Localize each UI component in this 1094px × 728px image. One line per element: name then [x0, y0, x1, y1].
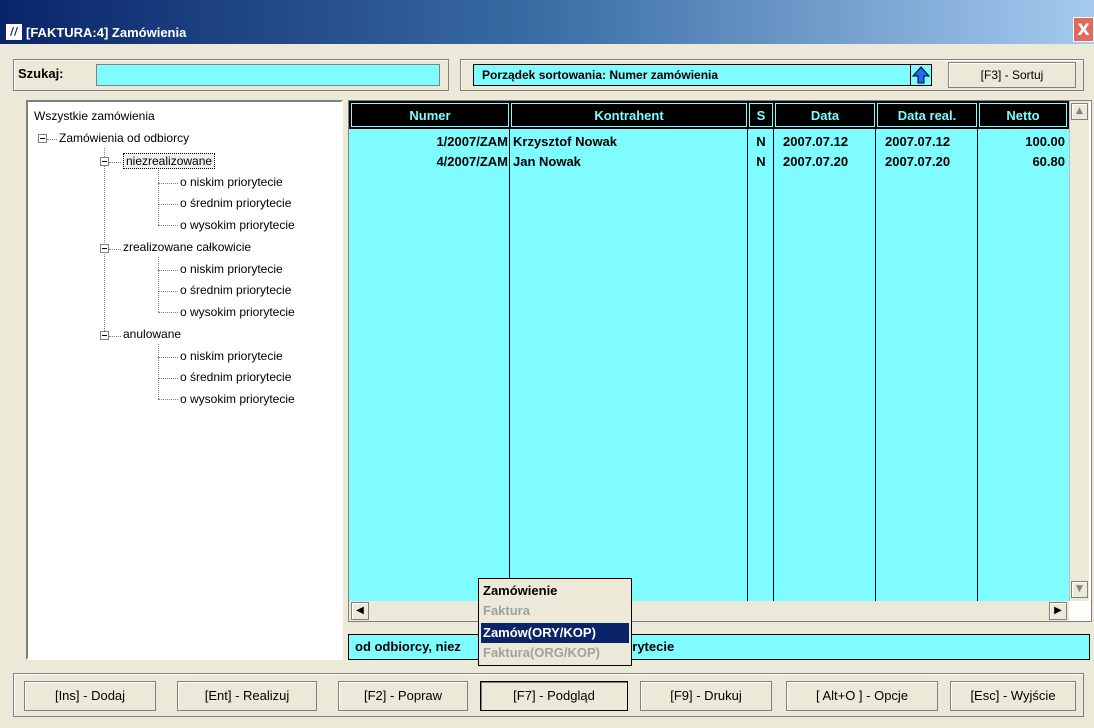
popup-item-faktura: Faktura [483, 603, 530, 618]
scroll-up-icon[interactable]: ▲ [1071, 103, 1088, 120]
tree-connector [158, 170, 159, 225]
filter-status: od odbiorcy, niezim priorytecie [348, 634, 1090, 660]
cell-kontrahent[interactable]: Jan Nowak [513, 153, 743, 171]
tree-category[interactable]: anulowane [123, 327, 181, 341]
tree-connector [158, 378, 178, 379]
column-header-s[interactable]: S [749, 103, 773, 127]
orders-grid: Numer Kontrahent S Data Data real. Netto… [348, 100, 1092, 622]
scroll-left-icon[interactable]: ◀ [351, 602, 369, 620]
tree-connector [109, 336, 121, 337]
popup-item-zamowienie[interactable]: Zamówienie [481, 581, 629, 601]
sort-order-field: Porządek sortowania: Numer zamówienia [473, 64, 913, 86]
tree-root[interactable]: Wszystkie zamówienia [34, 109, 155, 123]
title-bar: // [FAKTURA:4] Zamówienia X [0, 0, 1094, 44]
tree-leaf[interactable]: o wysokim priorytecie [180, 218, 295, 232]
tree-leaf[interactable]: o niskim priorytecie [180, 175, 283, 189]
tree-connector [109, 162, 121, 163]
exit-button[interactable]: [Esc] - Wyjście [950, 681, 1076, 711]
tree-connector [158, 399, 178, 400]
function-key-bar: [Ins] - Dodaj [Ent] - Realizuj [F2] - Po… [13, 673, 1084, 717]
window-title: [FAKTURA:4] Zamówienia [26, 25, 187, 40]
grid-header: Numer Kontrahent S Data Data real. Netto [349, 101, 1069, 129]
tree-connector [158, 225, 178, 226]
tree-category-selected[interactable]: niezrealizowane [123, 153, 216, 169]
close-button[interactable]: X [1073, 17, 1094, 42]
tree-leaf[interactable]: o średnim priorytecie [180, 283, 291, 297]
column-header-data[interactable]: Data [775, 103, 875, 127]
column-header-kontrahent[interactable]: Kontrahent [511, 103, 747, 127]
cell-data-real[interactable]: 2007.07.12 [885, 133, 975, 151]
app-icon[interactable]: // [6, 24, 22, 40]
tree-leaf[interactable]: o niskim priorytecie [180, 349, 283, 363]
column-header-netto[interactable]: Netto [979, 103, 1067, 127]
cell-data-real[interactable]: 2007.07.20 [885, 153, 975, 171]
cell-data[interactable]: 2007.07.12 [783, 133, 873, 151]
search-input[interactable] [96, 64, 440, 86]
tree-connector [47, 139, 57, 140]
column-divider [773, 129, 774, 601]
search-panel: Szukaj: [13, 59, 449, 91]
sort-panel: Porządek sortowania: Numer zamówienia [F… [460, 59, 1084, 91]
popup-item-faktura-org-kop: Faktura(ORG/KOP) [483, 645, 601, 660]
cell-netto[interactable]: 100.00 [979, 133, 1065, 151]
cell-netto[interactable]: 60.80 [979, 153, 1065, 171]
tree-leaf[interactable]: o wysokim priorytecie [180, 392, 295, 406]
print-preview-popup: Zamówienie Faktura Zamów(ORY/KOP) Faktur… [478, 578, 632, 666]
tree-connector [104, 148, 105, 333]
tree-connector [158, 344, 159, 399]
tree-category[interactable]: zrealizowane całkowicie [123, 240, 251, 254]
grid-body[interactable]: Numer Kontrahent S Data Data real. Netto… [349, 101, 1069, 601]
collapse-toggle-icon[interactable] [38, 134, 47, 143]
column-header-data-real[interactable]: Data real. [877, 103, 977, 127]
collapse-toggle-icon[interactable] [100, 157, 109, 166]
collapse-toggle-icon[interactable] [100, 331, 109, 340]
horizontal-scrollbar[interactable]: ◀ ▶ [349, 601, 1069, 621]
tree-connector [158, 312, 178, 313]
tree-connector [158, 257, 159, 312]
column-divider [977, 129, 978, 601]
options-button[interactable]: [ Alt+O ] - Opcje [786, 681, 938, 711]
tree-leaf[interactable]: o niskim priorytecie [180, 262, 283, 276]
cell-data[interactable]: 2007.07.20 [783, 153, 873, 171]
cell-numer[interactable]: 1/2007/ZAM [351, 133, 508, 151]
scroll-down-icon[interactable]: ▼ [1071, 581, 1088, 598]
tree-leaf[interactable]: o wysokim priorytecie [180, 305, 295, 319]
sort-button[interactable]: [F3] - Sortuj [948, 62, 1076, 88]
realize-button[interactable]: [Ent] - Realizuj [177, 681, 317, 711]
add-button[interactable]: [Ins] - Dodaj [24, 681, 156, 711]
cell-kontrahent[interactable]: Krzysztof Nowak [513, 133, 743, 151]
search-label: Szukaj: [18, 66, 64, 81]
cell-numer[interactable]: 4/2007/ZAM [351, 153, 508, 171]
edit-button[interactable]: [F2] - Popraw [338, 681, 468, 711]
tree-connector [158, 291, 178, 292]
tree-connector [158, 204, 178, 205]
tree-connector [158, 357, 178, 358]
tree-connector [109, 249, 121, 250]
scroll-right-icon[interactable]: ▶ [1049, 602, 1067, 620]
column-divider [875, 129, 876, 601]
column-header-numer[interactable]: Numer [351, 103, 509, 127]
column-divider [747, 129, 748, 601]
print-button[interactable]: [F9] - Drukuj [640, 681, 772, 711]
tree-connector [158, 183, 178, 184]
sort-up-arrow-icon[interactable] [910, 64, 932, 86]
popup-item-zamow-ory-kop[interactable]: Zamów(ORY/KOP) [481, 623, 629, 643]
cell-s[interactable]: N [749, 133, 773, 151]
column-divider [509, 129, 510, 601]
tree-leaf[interactable]: o średnim priorytecie [180, 370, 291, 384]
cell-s[interactable]: N [749, 153, 773, 171]
tree-leaf[interactable]: o średnim priorytecie [180, 196, 291, 210]
preview-button[interactable]: [F7] - Podgląd [480, 681, 628, 711]
category-tree: Wszystkie zamówienia Zamówienia od odbio… [26, 100, 343, 660]
tree-group[interactable]: Zamówienia od odbiorcy [59, 131, 189, 145]
collapse-toggle-icon[interactable] [100, 244, 109, 253]
vertical-scrollbar[interactable]: ▲ ▼ [1069, 101, 1089, 601]
status-text-left: od odbiorcy, niez [355, 639, 461, 654]
tree-connector [158, 270, 178, 271]
